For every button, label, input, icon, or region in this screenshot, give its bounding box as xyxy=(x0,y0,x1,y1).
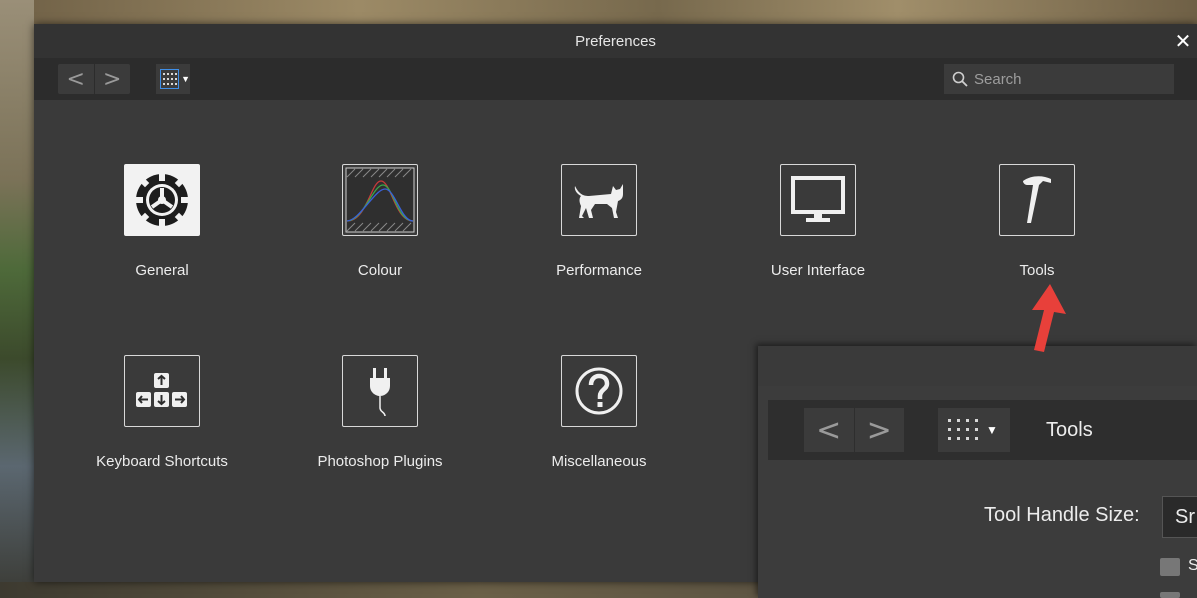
tools-forward-button[interactable]: > xyxy=(855,408,905,452)
breadcrumb: Tools xyxy=(1046,418,1093,441)
title-bar: Preferences ✕ xyxy=(34,24,1197,58)
close-icon: ✕ xyxy=(1174,30,1192,53)
category-label: Tools xyxy=(1019,262,1055,279)
tools-back-button[interactable]: < xyxy=(804,408,855,452)
grid-icon xyxy=(160,69,180,89)
tools-panel-title-bar xyxy=(758,346,1197,386)
category-label: Keyboard Shortcuts xyxy=(96,453,228,470)
tool-handle-size-select[interactable]: Sr xyxy=(1162,496,1197,538)
nav-buttons: < > xyxy=(58,64,130,94)
tools-panel-toolbar: < > ▼ Tools xyxy=(768,400,1197,460)
colour-curves-icon xyxy=(342,164,418,236)
back-button[interactable]: < xyxy=(58,64,95,94)
category-keyboard-shortcuts[interactable]: Keyboard Shortcuts xyxy=(62,355,262,495)
chevron-right-icon: > xyxy=(103,66,122,92)
keyboard-arrows-icon xyxy=(124,355,200,427)
view-mode-button[interactable]: ▼ xyxy=(156,64,190,94)
dialog-title: Preferences xyxy=(575,32,656,50)
category-miscellaneous[interactable]: Miscellaneous xyxy=(499,355,699,495)
tools-nav-buttons: < > xyxy=(804,408,904,452)
question-icon xyxy=(561,355,637,427)
monitor-icon xyxy=(780,164,856,236)
close-button[interactable]: ✕ xyxy=(1169,24,1197,58)
background-photo-left xyxy=(0,0,34,598)
plug-icon xyxy=(342,355,418,427)
gear-icon xyxy=(124,164,200,236)
background-photo-top xyxy=(0,0,1197,24)
tools-view-mode-button[interactable]: ▼ xyxy=(938,408,1010,452)
search-box xyxy=(944,64,1174,94)
search-icon xyxy=(952,71,968,87)
category-label: Performance xyxy=(556,262,642,279)
forward-button[interactable]: > xyxy=(95,64,131,94)
category-label: Photoshop Plugins xyxy=(317,453,443,470)
category-label: User Interface xyxy=(770,262,866,279)
category-colour[interactable]: Colour xyxy=(280,164,480,304)
caret-down-icon: ▼ xyxy=(181,74,190,84)
grid-icon xyxy=(948,419,978,440)
category-general[interactable]: General xyxy=(62,164,262,304)
tool-handle-size-label: Tool Handle Size: xyxy=(984,504,1140,526)
category-photoshop-plugins[interactable]: Photoshop Plugins xyxy=(280,355,480,495)
chevron-right-icon: > xyxy=(866,412,892,448)
category-performance[interactable]: Performance xyxy=(499,164,699,304)
search-input[interactable] xyxy=(972,69,1166,89)
category-label: Colour xyxy=(357,262,403,279)
category-label: Miscellaneous xyxy=(551,453,647,470)
chevron-left-icon: < xyxy=(66,66,85,92)
option-checkbox-label: S xyxy=(1188,557,1197,574)
hammer-icon xyxy=(999,164,1075,236)
annotation-arrow-icon xyxy=(1032,284,1066,352)
caret-down-icon: ▼ xyxy=(986,423,998,437)
chevron-left-icon: < xyxy=(816,412,842,448)
category-user-interface[interactable]: User Interface xyxy=(718,164,918,304)
category-label: General xyxy=(135,262,189,279)
cat-icon xyxy=(561,164,637,236)
option-checkbox-2[interactable] xyxy=(1160,592,1180,598)
toolbar: < > ▼ xyxy=(34,58,1197,100)
tools-preferences-panel: < > ▼ Tools Tool Handle Size: Sr S xyxy=(758,346,1197,598)
option-checkbox[interactable] xyxy=(1160,558,1180,576)
